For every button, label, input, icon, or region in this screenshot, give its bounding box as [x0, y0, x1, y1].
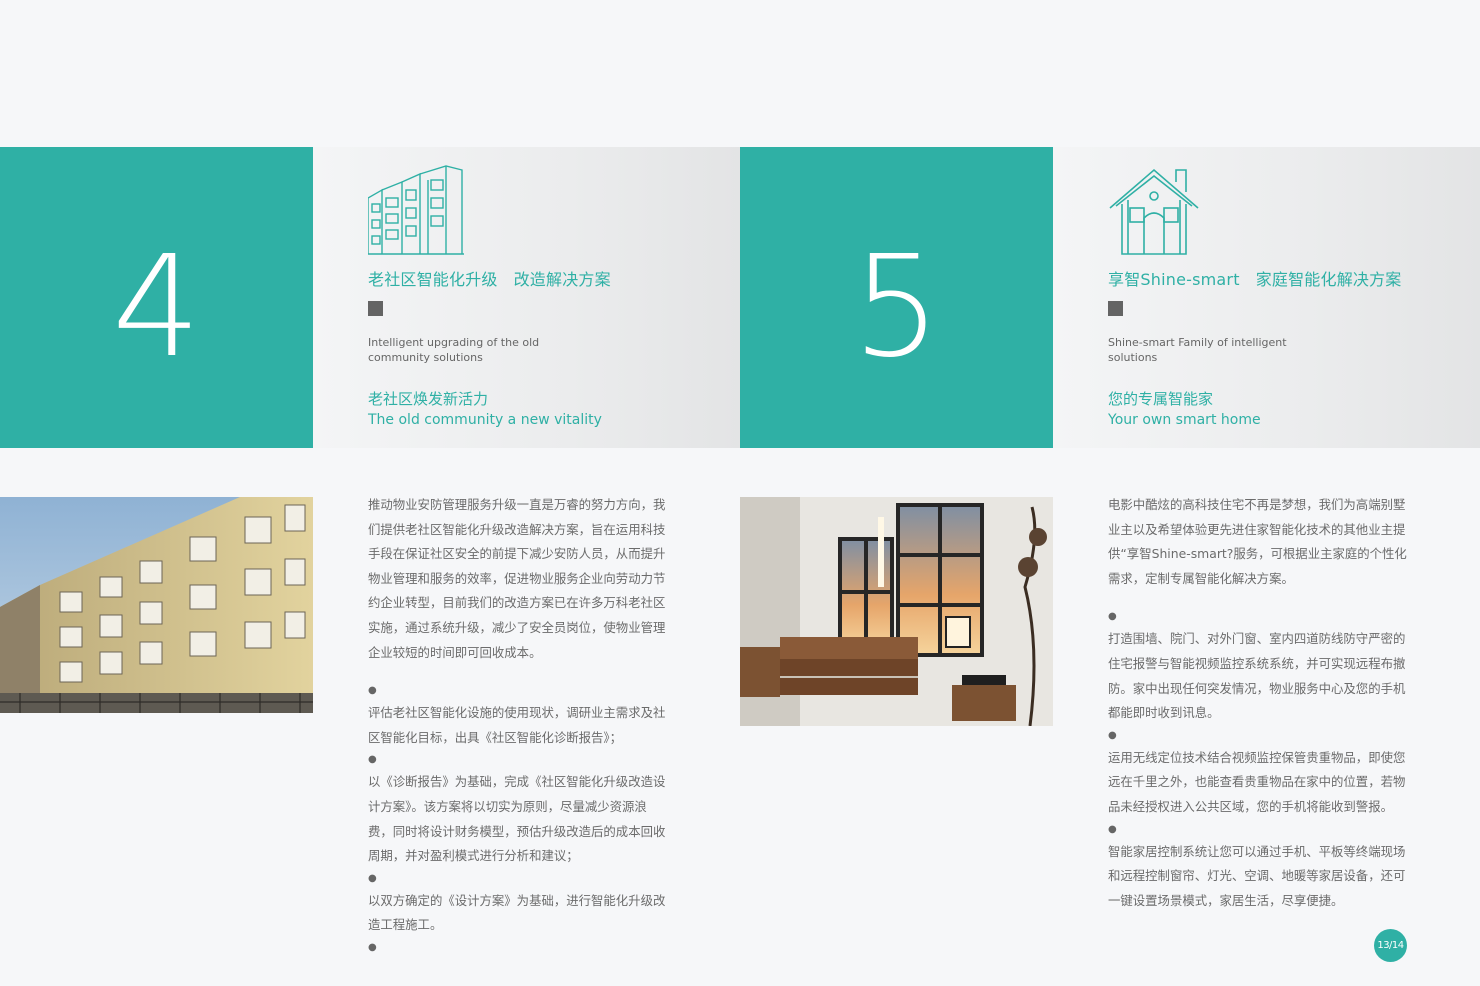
- section-5-subtitle-zh: 您的专属智能家: [1108, 390, 1214, 408]
- page-number-badge: 13/14: [1374, 929, 1407, 962]
- section-5-bullet-2: 运用无线定位技术结合视频监控保管贵重物品，即使您远在千里之外，也能查看贵重物品在…: [1108, 749, 1406, 814]
- section-4-english-description: Intelligent upgrading of the old communi…: [368, 336, 540, 364]
- section-number-block-4: 4: [0, 147, 313, 448]
- house-icon: [1109, 168, 1199, 255]
- section-5-english-description: Shine-smart Family of intelligent soluti…: [1108, 336, 1287, 364]
- bullet-dot: ●: [368, 754, 377, 766]
- section-5-bullet-1: 打造围墙、院门、对外门窗、室内四道防线防守严密的住宅报警与智能视频监控系统系统，…: [1108, 631, 1406, 721]
- bullet-dot: ●: [1108, 729, 1117, 741]
- section-5-title: 享智Shine-smart 家庭智能化解决方案: [1108, 266, 1480, 290]
- bullet-dot: ●: [368, 941, 377, 953]
- section-5-title-part2: 家庭智能化解决方案: [1255, 270, 1402, 289]
- section-4-subtitle-zh: 老社区焕发新活力: [368, 390, 489, 408]
- section-5-title-part1: 享智Shine-smart: [1108, 270, 1240, 289]
- section-5-subtitle-en: Your own smart home: [1108, 412, 1261, 428]
- section-4-title-part2: 改造解决方案: [513, 270, 611, 289]
- section-5-body: 电影中酷炫的高科技住宅不再是梦想，我们为高端别墅业主以及希望体验更先进住家智能化…: [1108, 493, 1408, 913]
- bullet-dot: ●: [368, 872, 377, 884]
- section-4-body-paragraph: 推动物业安防管理服务升级一直是万睿的努力方向，我们提供老社区智能化升级改造解决方…: [368, 497, 666, 660]
- section-5-bullet-3: 智能家居控制系统让您可以通过手机、平板等终端现场和远程控制窗帘、灯光、空调、地暖…: [1108, 843, 1406, 908]
- old-community-building-photo: [0, 497, 313, 713]
- section-number-block-5: 5: [740, 147, 1053, 448]
- section-5-info: 享智Shine-smart 家庭智能化解决方案 Shine-smart Famil…: [1108, 160, 1480, 428]
- section-number-5: 5: [851, 225, 942, 389]
- section-4-title-part1: 老社区智能化升级: [368, 270, 498, 289]
- section-4-bullet-3: 以双方确定的《设计方案》为基础，进行智能化升级改造工程施工。: [368, 892, 666, 933]
- building-icon: [368, 165, 464, 255]
- section-5-square-marker: [1108, 301, 1123, 316]
- bullet-dot: ●: [368, 685, 377, 697]
- bullet-dot: ●: [1108, 611, 1117, 623]
- section-5-body-paragraph: 电影中酷炫的高科技住宅不再是梦想，我们为高端别墅业主以及希望体验更先进住家智能化…: [1108, 497, 1407, 586]
- section-4-info: 老社区智能化升级 改造解决方案 Intelligent upgrading of …: [368, 160, 748, 428]
- section-4-square-marker: [368, 301, 383, 316]
- section-4-bullet-2: 以《诊断报告》为基础，完成《社区智能化升级改造设计方案》。该方案将以切实为原则，…: [368, 774, 666, 864]
- section-4-title: 老社区智能化升级 改造解决方案: [368, 266, 748, 290]
- section-4-body: 推动物业安防管理服务升级一直是万睿的努力方向，我们提供老社区智能化升级改造解决方…: [368, 493, 668, 958]
- bullet-dot: ●: [1108, 823, 1117, 835]
- section-4-subtitle-en: The old community a new vitality: [368, 412, 602, 428]
- section-4-bullet-1: 评估老社区智能化设施的使用现状，调研业主需求及社区智能化目标，出具《社区智能化诊…: [368, 705, 666, 745]
- section-number-4: 4: [111, 225, 202, 389]
- smart-home-bathroom-photo: [740, 497, 1053, 726]
